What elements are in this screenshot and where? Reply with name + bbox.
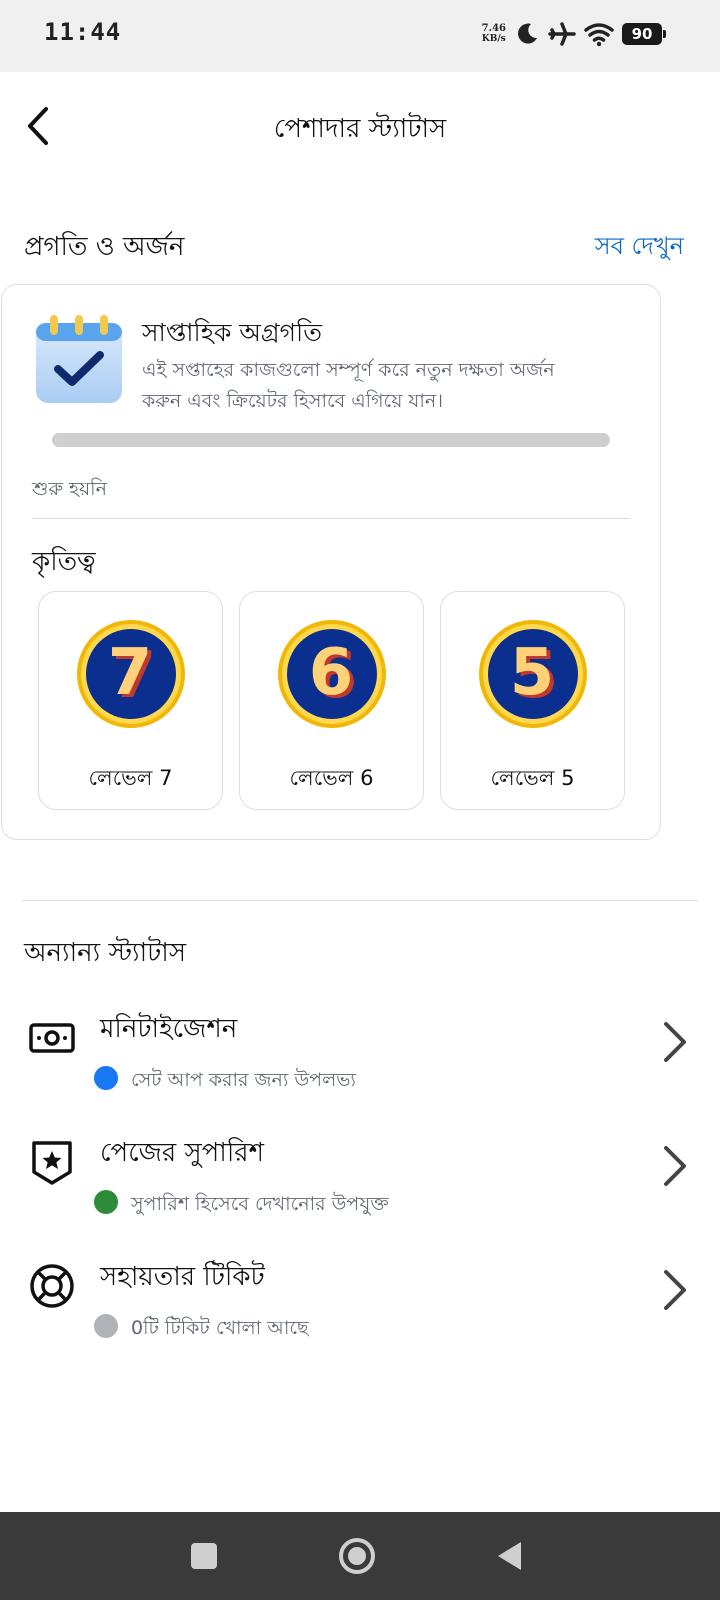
money-icon xyxy=(29,1023,75,1053)
recents-button[interactable] xyxy=(182,1534,226,1578)
back-triangle-icon xyxy=(498,1542,521,1570)
progress-section-header: প্রগতি ও অর্জন সব দেখুন xyxy=(24,228,684,268)
section-title: প্রগতি ও অর্জন xyxy=(24,232,185,262)
level-medal-icon: 5 5 xyxy=(479,620,587,728)
back-nav-button[interactable] xyxy=(488,1534,532,1578)
network-speed-value: 7.46 xyxy=(481,23,506,34)
medal-number: 7 xyxy=(108,636,153,710)
divider xyxy=(22,900,698,901)
network-speed: 7.46 KB/s xyxy=(482,23,506,45)
square-icon xyxy=(191,1543,217,1569)
row-title: সহায়তার টিকিট xyxy=(100,1262,265,1292)
battery-icon: 90 xyxy=(622,23,666,45)
badge-label: লেভেল 6 xyxy=(289,766,374,790)
airplane-icon xyxy=(548,22,576,46)
divider xyxy=(32,518,630,519)
status-row-monetization[interactable]: মনিটাইজেশন সেট আপ করার জন্য উপলভ্য xyxy=(0,1000,720,1110)
badge-card-level-5[interactable]: 5 5 লেভেল 5 xyxy=(440,591,625,810)
status-bar: 11:44 7.46 KB/s 90 xyxy=(0,0,720,72)
row-title: পেজের সুপারিশ xyxy=(100,1138,264,1168)
calendar-check-icon xyxy=(36,315,122,403)
see-all-link[interactable]: সব দেখুন xyxy=(595,228,684,268)
status-row-support-tickets[interactable]: সহায়তার টিকিট 0টি টিকিট খোলা আছে xyxy=(0,1248,720,1358)
status-time: 11:44 xyxy=(44,18,122,46)
badge-label: লেভেল 5 xyxy=(490,766,575,790)
badge-card-level-6[interactable]: 6 6 লেভেল 6 xyxy=(239,591,424,810)
badge-card-level-7[interactable]: 7 7 লেভেল 7 xyxy=(38,591,223,810)
chevron-right-icon xyxy=(664,1146,686,1186)
row-title: মনিটাইজেশন xyxy=(100,1014,238,1044)
medal-number: 6 xyxy=(309,636,354,710)
row-subtitle: সুপারিশ হিসেবে দেখানোর উপযুক্ত xyxy=(131,1193,389,1215)
wifi-icon xyxy=(584,23,614,47)
description-line: এই সপ্তাহের কাজগুলো সম্পূর্ণ করে নতুন দক… xyxy=(142,359,555,381)
chevron-right-icon xyxy=(664,1270,686,1310)
page-title: পেশাদার স্ট্যাটাস xyxy=(273,114,447,144)
status-icons: 7.46 KB/s 90 xyxy=(482,18,666,50)
status-dot xyxy=(94,1190,118,1214)
level-medal-icon: 7 7 xyxy=(77,620,185,728)
status-dot xyxy=(94,1314,118,1338)
network-speed-unit: KB/s xyxy=(481,34,506,44)
progress-card: সাপ্তাহিক অগ্রগতি এই সপ্তাহের কাজগুলো সম… xyxy=(1,284,661,840)
weekly-progress-title: সাপ্তাহিক অগ্রগতি xyxy=(142,318,322,347)
app-bar: পেশাদার স্ট্যাটাস xyxy=(0,72,720,182)
status-row-page-recommendation[interactable]: পেজের সুপারিশ সুপারিশ হিসেবে দেখানোর উপয… xyxy=(0,1124,720,1234)
status-dot xyxy=(94,1066,118,1090)
medal-number: 5 xyxy=(510,636,555,710)
row-subtitle: সেট আপ করার জন্য উপলভ্য xyxy=(131,1069,356,1091)
weekly-progress-bar xyxy=(52,433,610,447)
achievement-badges: 7 7 লেভেল 7 6 6 লেভেল 6 5 5 লেভেল 5 xyxy=(38,591,625,810)
row-subtitle: 0টি টিকিট খোলা আছে xyxy=(131,1317,309,1339)
home-button[interactable] xyxy=(335,1534,379,1578)
description-line: করুন এবং ক্রিয়েটর হিসাবে এগিয়ে যান। xyxy=(142,390,444,412)
other-status-title: অন্যান্য স্ট্যাটাস xyxy=(24,938,186,968)
chevron-right-icon xyxy=(664,1022,686,1062)
circle-home-icon xyxy=(339,1538,375,1574)
badge-label: লেভেল 7 xyxy=(88,766,173,790)
system-nav-bar xyxy=(0,1512,720,1600)
weekly-progress-description: এই সপ্তাহের কাজগুলো সম্পূর্ণ করে নতুন দক… xyxy=(142,355,642,417)
moon-icon xyxy=(518,23,537,44)
shield-star-icon xyxy=(32,1141,72,1185)
lifebuoy-icon xyxy=(30,1264,74,1308)
level-medal-icon: 6 6 xyxy=(278,620,386,728)
achievements-title: কৃতিত্ব xyxy=(32,547,96,577)
progress-status: শুরু হয়নি xyxy=(32,478,107,500)
